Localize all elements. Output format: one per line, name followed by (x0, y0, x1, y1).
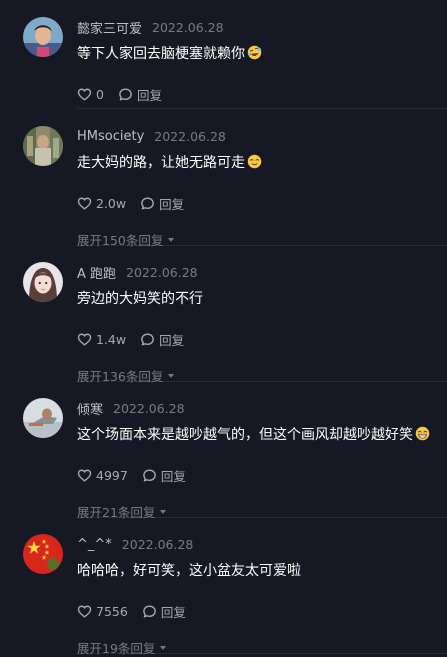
reply-button[interactable]: 回复 (140, 194, 184, 213)
like-button[interactable]: 0 (77, 87, 104, 102)
like-count: 4997 (96, 467, 128, 483)
comment-body: 哈哈哈，好可笑，这小盆友太可爱啦 (77, 563, 301, 579)
reply-label: 回复 (159, 196, 185, 212)
expand-replies-label: 展开136条回复 (77, 369, 164, 384)
comment-date: 2022.06.28 (154, 128, 226, 144)
like-button[interactable]: 7556 (77, 604, 128, 619)
like-button[interactable]: 2.0w (77, 196, 126, 211)
username[interactable]: HMsociety (77, 129, 144, 144)
expand-replies-label: 展开19条回复 (77, 641, 156, 656)
comment-date: 2022.06.28 (113, 400, 185, 416)
avatar[interactable] (23, 126, 63, 166)
divider (77, 517, 447, 518)
comment-bubble-icon (142, 468, 157, 483)
avatar[interactable] (23, 534, 63, 574)
like-count: 1.4w (96, 331, 127, 347)
reply-button[interactable]: 回复 (142, 466, 186, 485)
like-count: 0 (96, 86, 104, 102)
heart-icon (77, 87, 92, 102)
comment-actions: 4997 回复 (77, 466, 186, 484)
comment-bubble-icon (140, 332, 155, 347)
comment-text: 等下人家回去脑梗塞就赖你 (77, 44, 262, 64)
reply-button[interactable]: 回复 (142, 602, 186, 621)
reply-label: 回复 (160, 468, 186, 484)
comment-bubble-icon (118, 87, 133, 102)
comment-actions: 7556 回复 (77, 602, 186, 620)
caret-down-icon (168, 238, 175, 242)
caret-down-icon (160, 646, 167, 650)
comment-actions: 2.0w 回复 (77, 194, 184, 212)
reply-button[interactable]: 回复 (140, 330, 184, 349)
like-button[interactable]: 4997 (77, 468, 128, 483)
heart-icon (77, 196, 92, 211)
username[interactable]: ^_^* (77, 537, 112, 552)
comment-date: 2022.06.28 (121, 536, 194, 552)
expand-replies-button[interactable]: 展开136条回复 (77, 366, 175, 385)
caret-down-icon (160, 510, 167, 514)
grin-emoji-icon (415, 426, 430, 441)
avatar[interactable] (23, 262, 63, 302)
comment-body: 等下人家回去脑梗塞就赖你 (77, 46, 245, 62)
username[interactable]: 倾寒 (77, 399, 103, 418)
expand-replies-button[interactable]: 展开21条回复 (77, 502, 167, 521)
expand-replies-button[interactable]: 展开19条回复 (77, 638, 167, 657)
comment-bubble-icon (142, 604, 157, 619)
avatar[interactable] (23, 398, 63, 438)
like-button[interactable]: 1.4w (77, 332, 126, 347)
like-count: 7556 (96, 603, 128, 619)
comment-body: 走大妈的路，让她无路可走 (77, 155, 245, 171)
comment-body: 旁边的大妈笑的不行 (77, 291, 203, 307)
relieved-emoji-icon (247, 154, 262, 169)
comment-text: 旁边的大妈笑的不行 (77, 289, 203, 309)
comment-text: 哈哈哈，好可笑，这小盆友太可爱啦 (77, 561, 301, 581)
caret-down-icon (168, 374, 175, 378)
comment-bubble-icon (140, 196, 155, 211)
divider (77, 381, 447, 382)
comment-date: 2022.06.28 (126, 264, 198, 280)
expand-replies-button[interactable]: 展开150条回复 (77, 230, 175, 249)
expand-replies-label: 展开21条回复 (77, 505, 156, 520)
rofl-emoji-icon (247, 45, 262, 60)
avatar[interactable] (23, 17, 63, 57)
divider (77, 108, 447, 109)
username[interactable]: A 跑跑 (77, 263, 116, 282)
username[interactable]: 懿家三可爱 (77, 18, 142, 37)
reply-label: 回复 (160, 604, 186, 620)
comment-actions: 0 回复 (77, 85, 162, 103)
comment-body: 这个场面本来是越吵越气的，但这个画风却越吵越好笑 (77, 427, 413, 443)
expand-replies-label: 展开150条回复 (77, 233, 164, 248)
reply-label: 回复 (136, 87, 162, 103)
heart-icon (77, 332, 92, 347)
divider (77, 245, 447, 246)
reply-button[interactable]: 回复 (118, 85, 162, 104)
reply-label: 回复 (159, 332, 185, 348)
comment-date: 2022.06.28 (152, 19, 224, 35)
heart-icon (77, 604, 92, 619)
like-count: 2.0w (96, 195, 127, 211)
heart-icon (77, 468, 92, 483)
comment-text: 这个场面本来是越吵越气的，但这个画风却越吵越好笑 (77, 425, 430, 445)
comment-actions: 1.4w 回复 (77, 330, 184, 348)
comment-text: 走大妈的路，让她无路可走 (77, 153, 262, 173)
